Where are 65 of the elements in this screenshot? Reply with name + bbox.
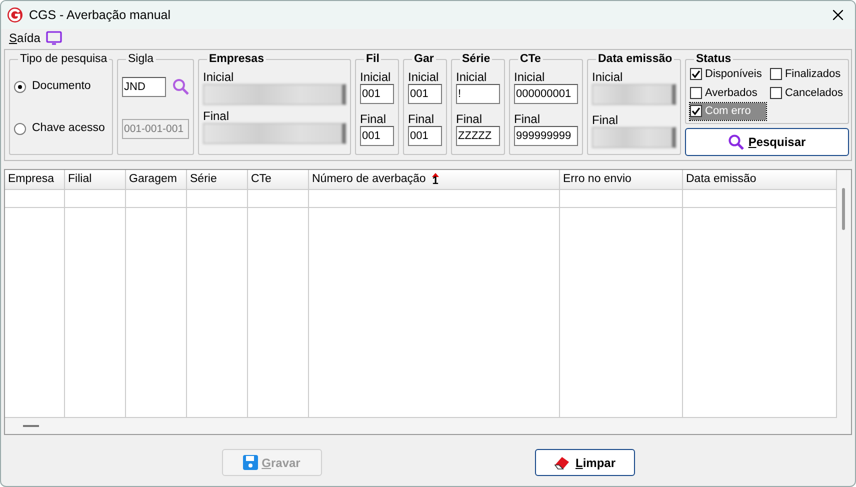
field-label: Final: [203, 109, 230, 123]
group-title: CTe: [519, 52, 542, 66]
column-header[interactable]: Erro no envio: [560, 170, 683, 189]
group-title: Empresas: [208, 52, 265, 66]
search-icon[interactable]: [172, 78, 190, 96]
field-label: Final: [360, 112, 388, 126]
range-field[interactable]: 001: [408, 84, 442, 104]
window-title: CGS - Averbação manual: [29, 6, 171, 24]
radio-button[interactable]: [14, 81, 26, 93]
field-label: Inicial: [514, 70, 546, 84]
vertical-scrollbar[interactable]: [837, 170, 851, 434]
close-icon: [833, 10, 843, 20]
horizontal-scrollbar[interactable]: [5, 417, 837, 434]
range-field[interactable]: ZZZZZ: [456, 126, 500, 146]
search-button[interactable]: Pesquisar: [685, 128, 849, 156]
sort-arrow-icon: [432, 173, 439, 177]
app-logo-icon: [7, 7, 23, 23]
radio-label: Chave acesso: [32, 121, 105, 136]
range-field[interactable]: 999999999: [514, 126, 578, 146]
radio-button[interactable]: [14, 123, 26, 135]
radio-option[interactable]: Chave acesso: [14, 120, 108, 138]
company-dropdown[interactable]: [203, 84, 346, 105]
search-icon: [728, 134, 744, 150]
range-field[interactable]: 001: [360, 84, 394, 104]
group-title: Série: [461, 52, 492, 66]
radio-option[interactable]: Documento: [14, 78, 108, 96]
range-field[interactable]: 001: [408, 126, 442, 146]
group-title: Gar: [413, 52, 435, 66]
column-header[interactable]: CTe: [248, 170, 309, 189]
field-label: Inicial: [360, 70, 392, 84]
group-title: Tipo de pesquisa: [19, 52, 108, 66]
group-title: Sigla: [127, 52, 155, 66]
date-field[interactable]: [592, 84, 676, 105]
group-title: Status: [695, 52, 732, 66]
group-title: Data emissão: [597, 52, 674, 66]
group-title: Fil: [365, 52, 380, 66]
field-label: Inicial: [456, 70, 488, 84]
company-dropdown[interactable]: [203, 123, 346, 144]
column-header[interactable]: Empresa: [5, 170, 65, 189]
field-label: Inicial: [408, 70, 440, 84]
monitor-icon[interactable]: [46, 31, 62, 45]
column-header[interactable]: Garagem: [126, 170, 187, 189]
menu-item[interactable]: Saída: [9, 29, 40, 47]
field-label: Inicial: [592, 70, 624, 84]
status-checkbox[interactable]: Disponíveis: [690, 66, 768, 82]
date-field[interactable]: [592, 127, 676, 148]
sigla-field[interactable]: JND: [122, 77, 166, 97]
sort-indicator: 1: [432, 173, 439, 186]
range-field[interactable]: 001: [360, 126, 394, 146]
field-label: Final: [514, 112, 542, 126]
column-header[interactable]: Série: [187, 170, 248, 189]
range-field[interactable]: 000000001: [514, 84, 578, 104]
eraser-icon: [553, 455, 572, 470]
status-checkbox[interactable]: Cancelados: [770, 84, 846, 101]
field-label: Final: [592, 113, 620, 127]
field-label: Inicial: [203, 70, 235, 84]
clear-button[interactable]: Limpar: [534, 449, 634, 476]
column-header[interactable]: Número de averbação 1: [309, 170, 560, 189]
field-label: Final: [408, 112, 436, 126]
status-checkbox[interactable]: Averbados: [690, 84, 768, 101]
field-label: Final: [456, 112, 484, 126]
column-header[interactable]: Filial: [65, 170, 126, 189]
range-field[interactable]: !: [456, 84, 500, 104]
radio-label: Documento: [32, 79, 91, 94]
status-checkbox[interactable]: Finalizados: [770, 66, 846, 82]
